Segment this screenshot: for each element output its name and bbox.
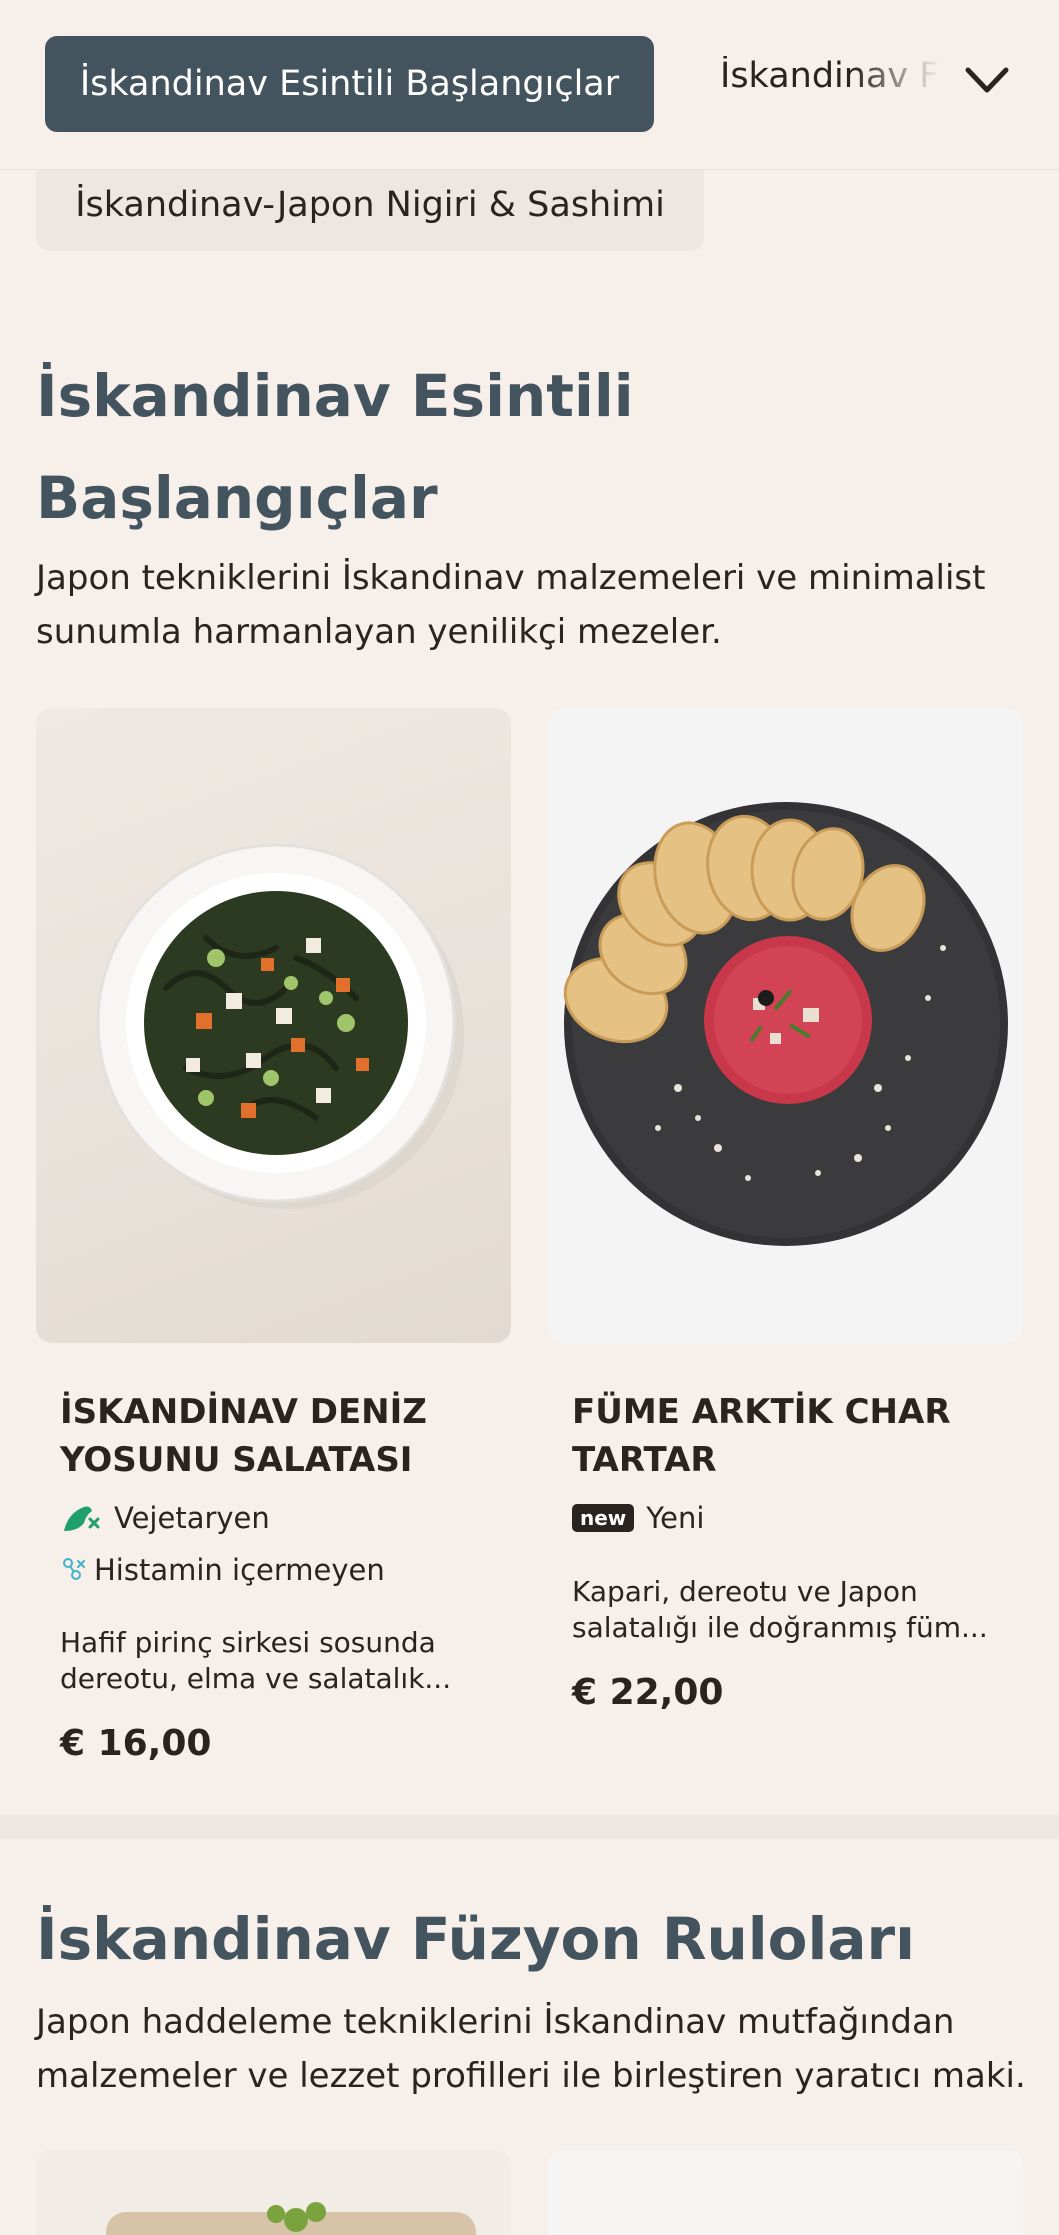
histamine-free-icon <box>63 1558 85 1580</box>
dish-price: € 22,00 <box>572 1672 724 1713</box>
menu-item-card[interactable] <box>548 2150 1023 2235</box>
section-description-fusion-rolls: Japon haddeleme tekniklerini İskandinav … <box>36 2002 1026 2096</box>
section-divider <box>0 1815 1059 1839</box>
menu-item-card[interactable]: İSKANDİNAV DENİZ YOSUNU SALATASI Vejetar… <box>36 708 511 1778</box>
section-description-starters: Japon tekniklerini İskandinav malzemeler… <box>36 558 986 652</box>
menu-item-card[interactable] <box>36 2150 511 2235</box>
vegetarian-icon <box>64 1506 100 1531</box>
category-nav: İskandinav Esintili Başlangıçlar İskandi… <box>0 0 1059 170</box>
diet-tag-vegetarian: Vejetaryen <box>60 1501 270 1535</box>
tab-scandinavian-starters[interactable]: İskandinav Esintili Başlangıçlar <box>45 36 654 132</box>
dish-image-char-tartare <box>548 708 1023 1343</box>
section-title-fusion-rolls: İskandinav Füzyon Ruloları <box>36 1905 916 1973</box>
menu-item-card[interactable]: FÜME ARKTİK CHAR TARTAR new Yeni Kapari,… <box>548 708 1023 1728</box>
dish-image-roll <box>548 2150 1023 2235</box>
dish-description: Kapari, dereotu ve Japon salatalığı ile … <box>572 1575 988 1644</box>
dish-name: FÜME ARKTİK CHAR TARTAR <box>572 1392 951 1480</box>
new-badge-icon: new <box>572 1504 635 1532</box>
dish-image-roll <box>36 2150 511 2235</box>
dish-image-seaweed-salad <box>36 708 511 1343</box>
diet-tag-histamine-free: Histamin içermeyen <box>60 1553 385 1587</box>
section-title-starters: İskandinav Esintili Başlangıçlar <box>36 362 634 532</box>
tab-nigiri-sashimi[interactable]: İskandinav-Japon Nigiri & Sashimi <box>36 158 704 251</box>
dish-description: Hafif pirinç sirkesi sosunda dereotu, el… <box>60 1626 452 1695</box>
tab-fusion-rolls[interactable]: İskandinav Füzyon Ruloları <box>720 56 940 96</box>
dish-price: € 16,00 <box>60 1723 212 1764</box>
dish-name: İSKANDİNAV DENİZ YOSUNU SALATASI <box>60 1392 427 1480</box>
new-tag: new Yeni <box>572 1501 704 1535</box>
chevron-down-icon[interactable] <box>962 60 1012 100</box>
